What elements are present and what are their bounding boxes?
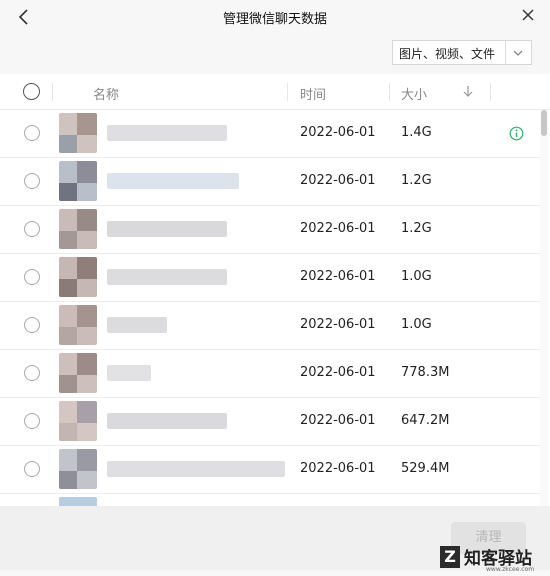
chevron-down-icon[interactable] [511, 46, 525, 60]
file-type-dropdown[interactable]: 图片、视频、文件 [392, 40, 532, 65]
row-time: 2022-06-01 [300, 269, 376, 284]
sort-descending-icon[interactable] [462, 84, 474, 98]
column-header-time[interactable]: 时间 [300, 84, 326, 103]
row-time: 2022-06-01 [300, 317, 376, 332]
info-icon[interactable] [509, 126, 524, 141]
table-row[interactable]: 2022-06-01 647.2M [0, 398, 540, 446]
contact-avatar [59, 353, 97, 393]
row-checkbox[interactable] [24, 125, 40, 141]
table-row[interactable]: 2022-06-01 778.3M [0, 350, 540, 398]
contact-avatar [59, 257, 97, 297]
row-time: 2022-06-01 [300, 173, 376, 188]
row-size: 778.3M [401, 365, 450, 380]
title-bar: 管理微信聊天数据 [0, 0, 550, 34]
column-divider [389, 83, 390, 101]
row-time: 2022-06-01 [300, 461, 376, 476]
table-row[interactable]: 2022-06-01 1.2G [0, 206, 540, 254]
blurred-contact-name [107, 461, 285, 477]
blurred-contact-name [107, 221, 227, 237]
scrollbar-thumb[interactable] [541, 110, 547, 136]
row-checkbox[interactable] [24, 317, 40, 333]
dropdown-divider [505, 41, 506, 64]
contact-avatar [59, 401, 97, 441]
column-header-name[interactable]: 名称 [93, 84, 119, 103]
row-size: 1.4G [401, 125, 432, 140]
blurred-contact-name [107, 317, 167, 333]
contact-avatar [59, 113, 97, 153]
row-time: 2022-06-01 [300, 221, 376, 236]
blurred-contact-name [107, 269, 227, 285]
scrollbar-track[interactable] [540, 110, 548, 506]
contact-avatar [59, 161, 97, 201]
row-checkbox[interactable] [24, 173, 40, 189]
table-row[interactable]: 2022-06-01 1.2G [0, 158, 540, 206]
row-checkbox[interactable] [24, 365, 40, 381]
row-checkbox[interactable] [24, 221, 40, 237]
row-time: 2022-06-01 [300, 125, 376, 140]
row-size: 1.2G [401, 221, 432, 236]
column-header-size[interactable]: 大小 [401, 84, 427, 103]
contact-avatar [59, 497, 97, 506]
row-time: 2022-06-01 [300, 365, 376, 380]
row-size: 647.2M [401, 413, 450, 428]
select-all-checkbox[interactable] [23, 83, 40, 100]
row-checkbox[interactable] [24, 461, 40, 477]
row-size: 529.4M [401, 461, 450, 476]
dropdown-selected-value: 图片、视频、文件 [399, 47, 496, 61]
table-row[interactable] [0, 494, 540, 506]
table-row[interactable]: 2022-06-01 1.0G [0, 302, 540, 350]
column-divider [52, 83, 53, 101]
contact-avatar [59, 449, 97, 489]
column-divider [287, 83, 288, 101]
blurred-contact-name [107, 365, 151, 381]
row-time: 2022-06-01 [300, 413, 376, 428]
blurred-contact-name [107, 125, 227, 141]
column-divider [490, 83, 491, 101]
footer-bar: 清理 Z 知客驿站 www.zkcee.com [0, 506, 550, 573]
contact-avatar [59, 209, 97, 249]
watermark-logo-icon: Z [440, 546, 460, 568]
row-checkbox[interactable] [24, 269, 40, 285]
watermark: Z 知客驿站 www.zkcee.com [436, 542, 550, 576]
table-row[interactable]: 2022-06-01 1.0G [0, 254, 540, 302]
row-checkbox[interactable] [24, 413, 40, 429]
contact-avatar [59, 305, 97, 345]
table-row[interactable]: 2022-06-01 529.4M [0, 446, 540, 494]
table-row[interactable]: 2022-06-01 1.4G [0, 110, 540, 158]
row-size: 1.2G [401, 173, 432, 188]
blurred-contact-name [107, 413, 227, 429]
close-icon[interactable] [518, 5, 538, 25]
window-title: 管理微信聊天数据 [222, 12, 327, 27]
row-size: 1.0G [401, 317, 432, 332]
blurred-contact-name [107, 173, 239, 189]
table-header: 名称 时间 大小 [0, 74, 550, 110]
chat-data-table: 名称 时间 大小 2022-06-01 1.4G 2022-06-01 1.2G [0, 74, 550, 506]
row-size: 1.0G [401, 269, 432, 284]
